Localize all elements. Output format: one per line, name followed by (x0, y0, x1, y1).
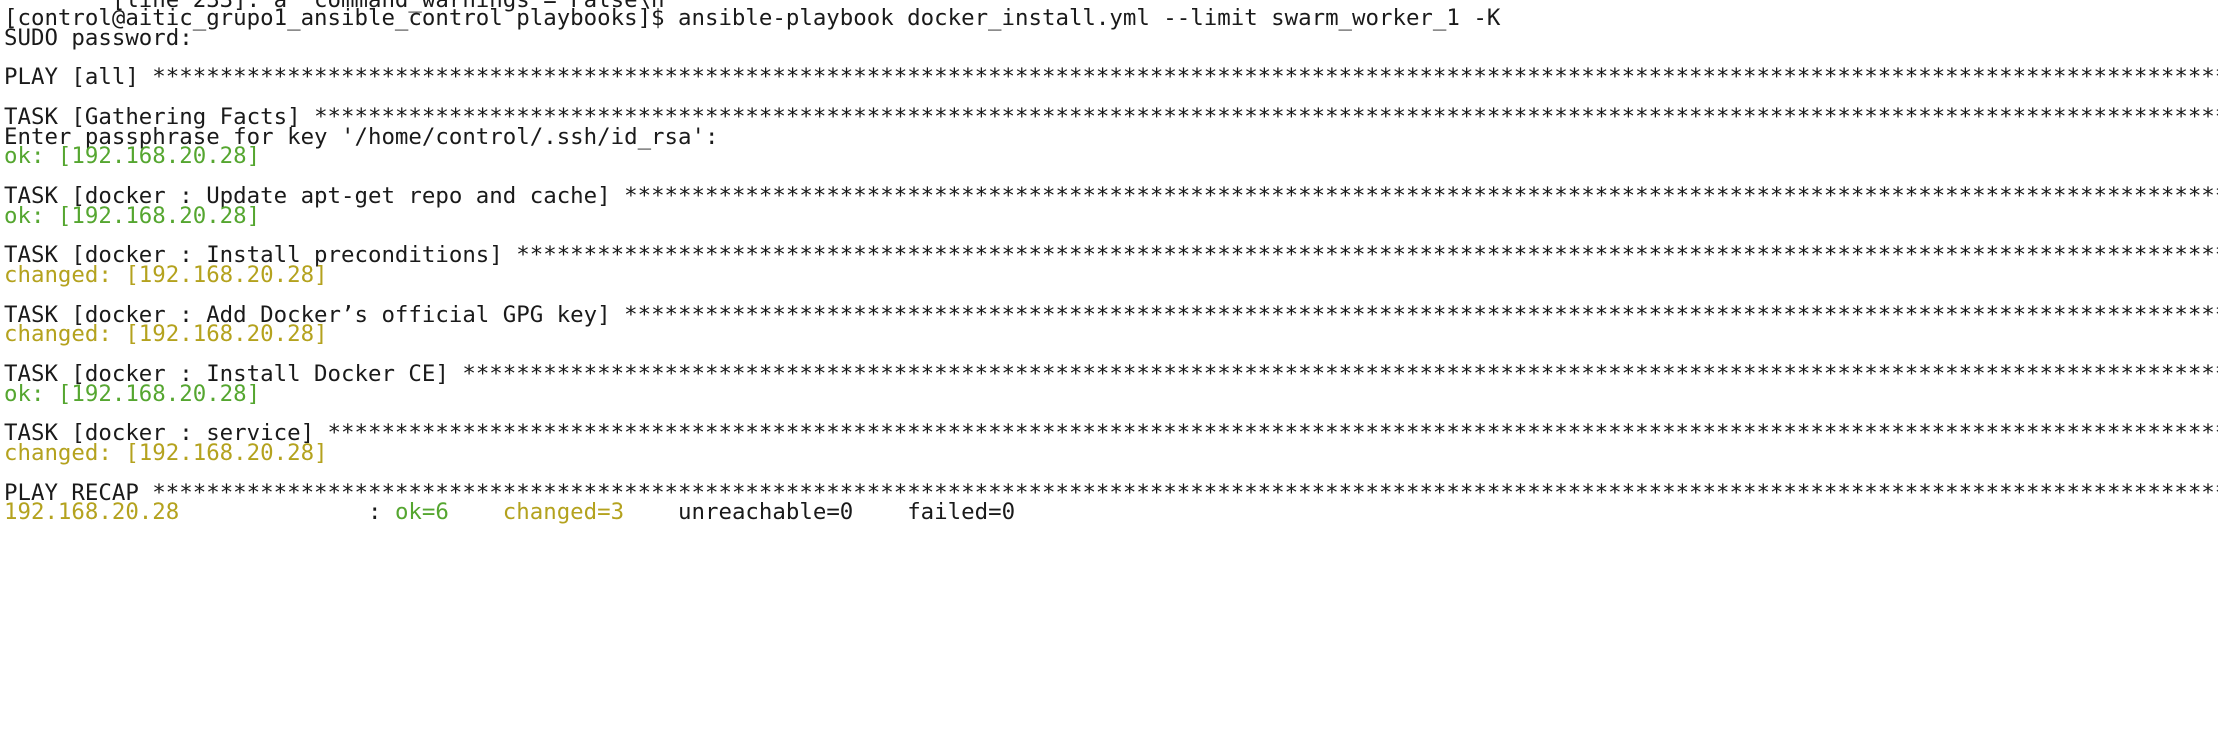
task-preconditions-line: TASK [docker : Install preconditions] **… (4, 241, 2218, 269)
task-install-docker-line: TASK [docker : Install Docker CE] ******… (4, 360, 2218, 388)
recap-unreachable-count: unreachable=0 (678, 499, 854, 525)
recap-ok-count: ok=6 (394, 499, 449, 525)
recap-spacer (624, 499, 678, 525)
sudo-password-prompt: SUDO password: (4, 25, 193, 51)
separator-stars: ****************************************… (516, 242, 2218, 268)
task-result-changed: changed: [192.168.20.28] (4, 262, 328, 288)
separator-stars: ****************************************… (462, 361, 2218, 387)
separator-stars: ****************************************… (624, 183, 2218, 209)
recap-separator: : (179, 499, 395, 525)
separator-stars: ****************************************… (152, 64, 2218, 90)
command-prompt-line: [control@aitic_grupo1_ansible_control pl… (4, 5, 1501, 31)
recap-changed-count: changed=3 (502, 499, 625, 525)
play-header-label: PLAY [all] (4, 64, 153, 90)
recap-failed-count: failed=0 (907, 499, 1016, 525)
recap-spacer (449, 499, 503, 525)
separator-stars: ****************************************… (327, 420, 2218, 446)
task-update-line: TASK [docker : Update apt-get repo and c… (4, 182, 2218, 210)
task-result-ok: ok: [192.168.20.28] (4, 381, 261, 407)
task-result-ok: ok: [192.168.20.28] (4, 143, 261, 169)
recap-host: 192.168.20.28 (4, 499, 180, 525)
task-gpg-key-line: TASK [docker : Add Docker’s official GPG… (4, 301, 2218, 329)
recap-spacer (853, 499, 907, 525)
separator-stars: ****************************************… (624, 302, 2218, 328)
recap-summary-line: 192.168.20.28 : ok=6 changed=3 unreachab… (4, 498, 1015, 526)
task-result-changed: changed: [192.168.20.28] (4, 321, 328, 347)
play-header-line: PLAY [all] *****************************… (4, 63, 2218, 91)
terminal-window[interactable]: [line 233]: a command_warnings = False\n… (0, 0, 2218, 752)
task-result-changed: changed: [192.168.20.28] (4, 440, 328, 466)
task-result-ok: ok: [192.168.20.28] (4, 203, 261, 229)
task-service-line: TASK [docker : service] ****************… (4, 419, 2218, 447)
